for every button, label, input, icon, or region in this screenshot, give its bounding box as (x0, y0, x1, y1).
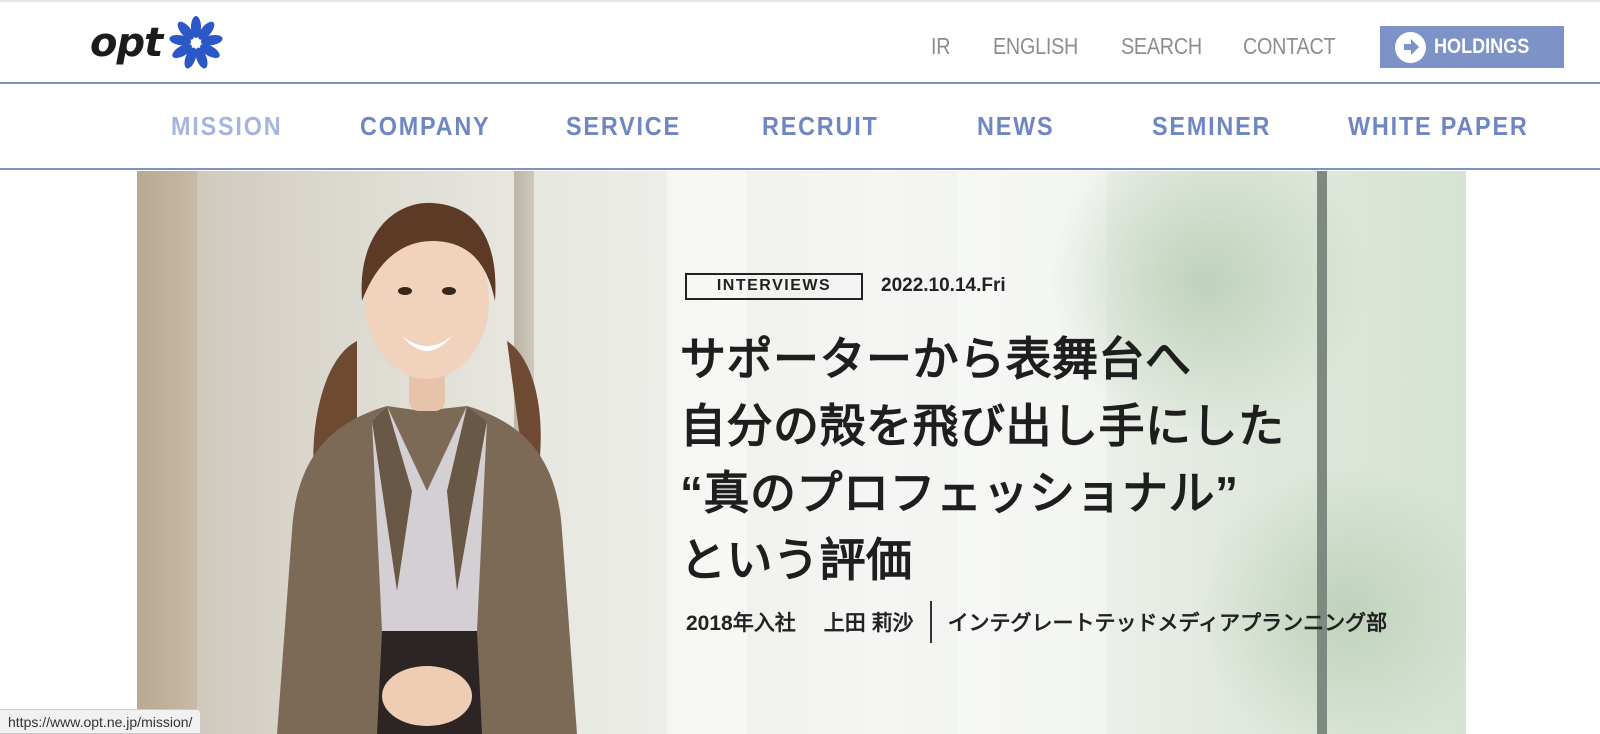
interviewee-name: 上田 莉沙 (823, 612, 914, 635)
main-nav: MISSION COMPANY SERVICE RECRUIT NEWS SEM… (0, 84, 1600, 170)
nav-item-seminer[interactable]: SEMINER (1152, 111, 1271, 142)
utility-nav: IR ENGLISH SEARCH CONTACT (0, 33, 1600, 63)
article-meta-row: INTERVIEWS 2022.10.14.Fri (685, 270, 1006, 302)
util-link-english[interactable]: ENGLISH (993, 33, 1078, 60)
title-line: “真のプロフェッショナル” (680, 467, 1239, 519)
browser-status-url: https://www.opt.ne.jp/mission/ (0, 709, 202, 734)
arrow-right-icon (1395, 31, 1426, 63)
join-year: 2018年入社 (686, 612, 796, 635)
util-link-ir[interactable]: IR (931, 33, 951, 60)
top-header: opt IR ENGLISH SEARCH CONTACT HOLDINGS (0, 0, 1600, 84)
nav-item-mission[interactable]: MISSION (171, 111, 282, 142)
nav-item-recruit[interactable]: RECRUIT (762, 111, 879, 142)
interviewee-photo (277, 202, 577, 734)
nav-item-news[interactable]: NEWS (977, 111, 1054, 142)
article-title: サポーターから表舞台へ 自分の殻を飛び出し手にした “真のプロフェッショナル” … (680, 326, 1285, 594)
category-tag[interactable]: INTERVIEWS (685, 272, 863, 300)
background-pillar (137, 171, 197, 734)
nav-item-white-paper[interactable]: WHITE PAPER (1348, 111, 1529, 142)
divider (929, 601, 932, 643)
nav-item-company[interactable]: COMPANY (360, 111, 490, 142)
title-line: という評価 (680, 534, 913, 586)
holdings-button[interactable]: HOLDINGS (1380, 26, 1564, 68)
department-name: インテグレートテッドメディアプランニング部 (947, 612, 1388, 635)
window-frame (1317, 171, 1327, 734)
hero-banner[interactable]: INTERVIEWS 2022.10.14.Fri サポーターから表舞台へ 自分… (137, 171, 1466, 734)
util-link-search[interactable]: SEARCH (1121, 33, 1202, 60)
holdings-label: HOLDINGS (1434, 35, 1530, 58)
interviewee-info: 2018年入社 上田 莉沙 インテグレートテッドメディアプランニング部 (686, 600, 1387, 644)
title-line: 自分の殻を飛び出し手にした (680, 400, 1285, 452)
title-line: サポーターから表舞台へ (680, 333, 1192, 385)
util-link-contact[interactable]: CONTACT (1243, 33, 1336, 60)
nav-item-service[interactable]: SERVICE (566, 111, 681, 142)
publish-date: 2022.10.14.Fri (881, 275, 1006, 296)
